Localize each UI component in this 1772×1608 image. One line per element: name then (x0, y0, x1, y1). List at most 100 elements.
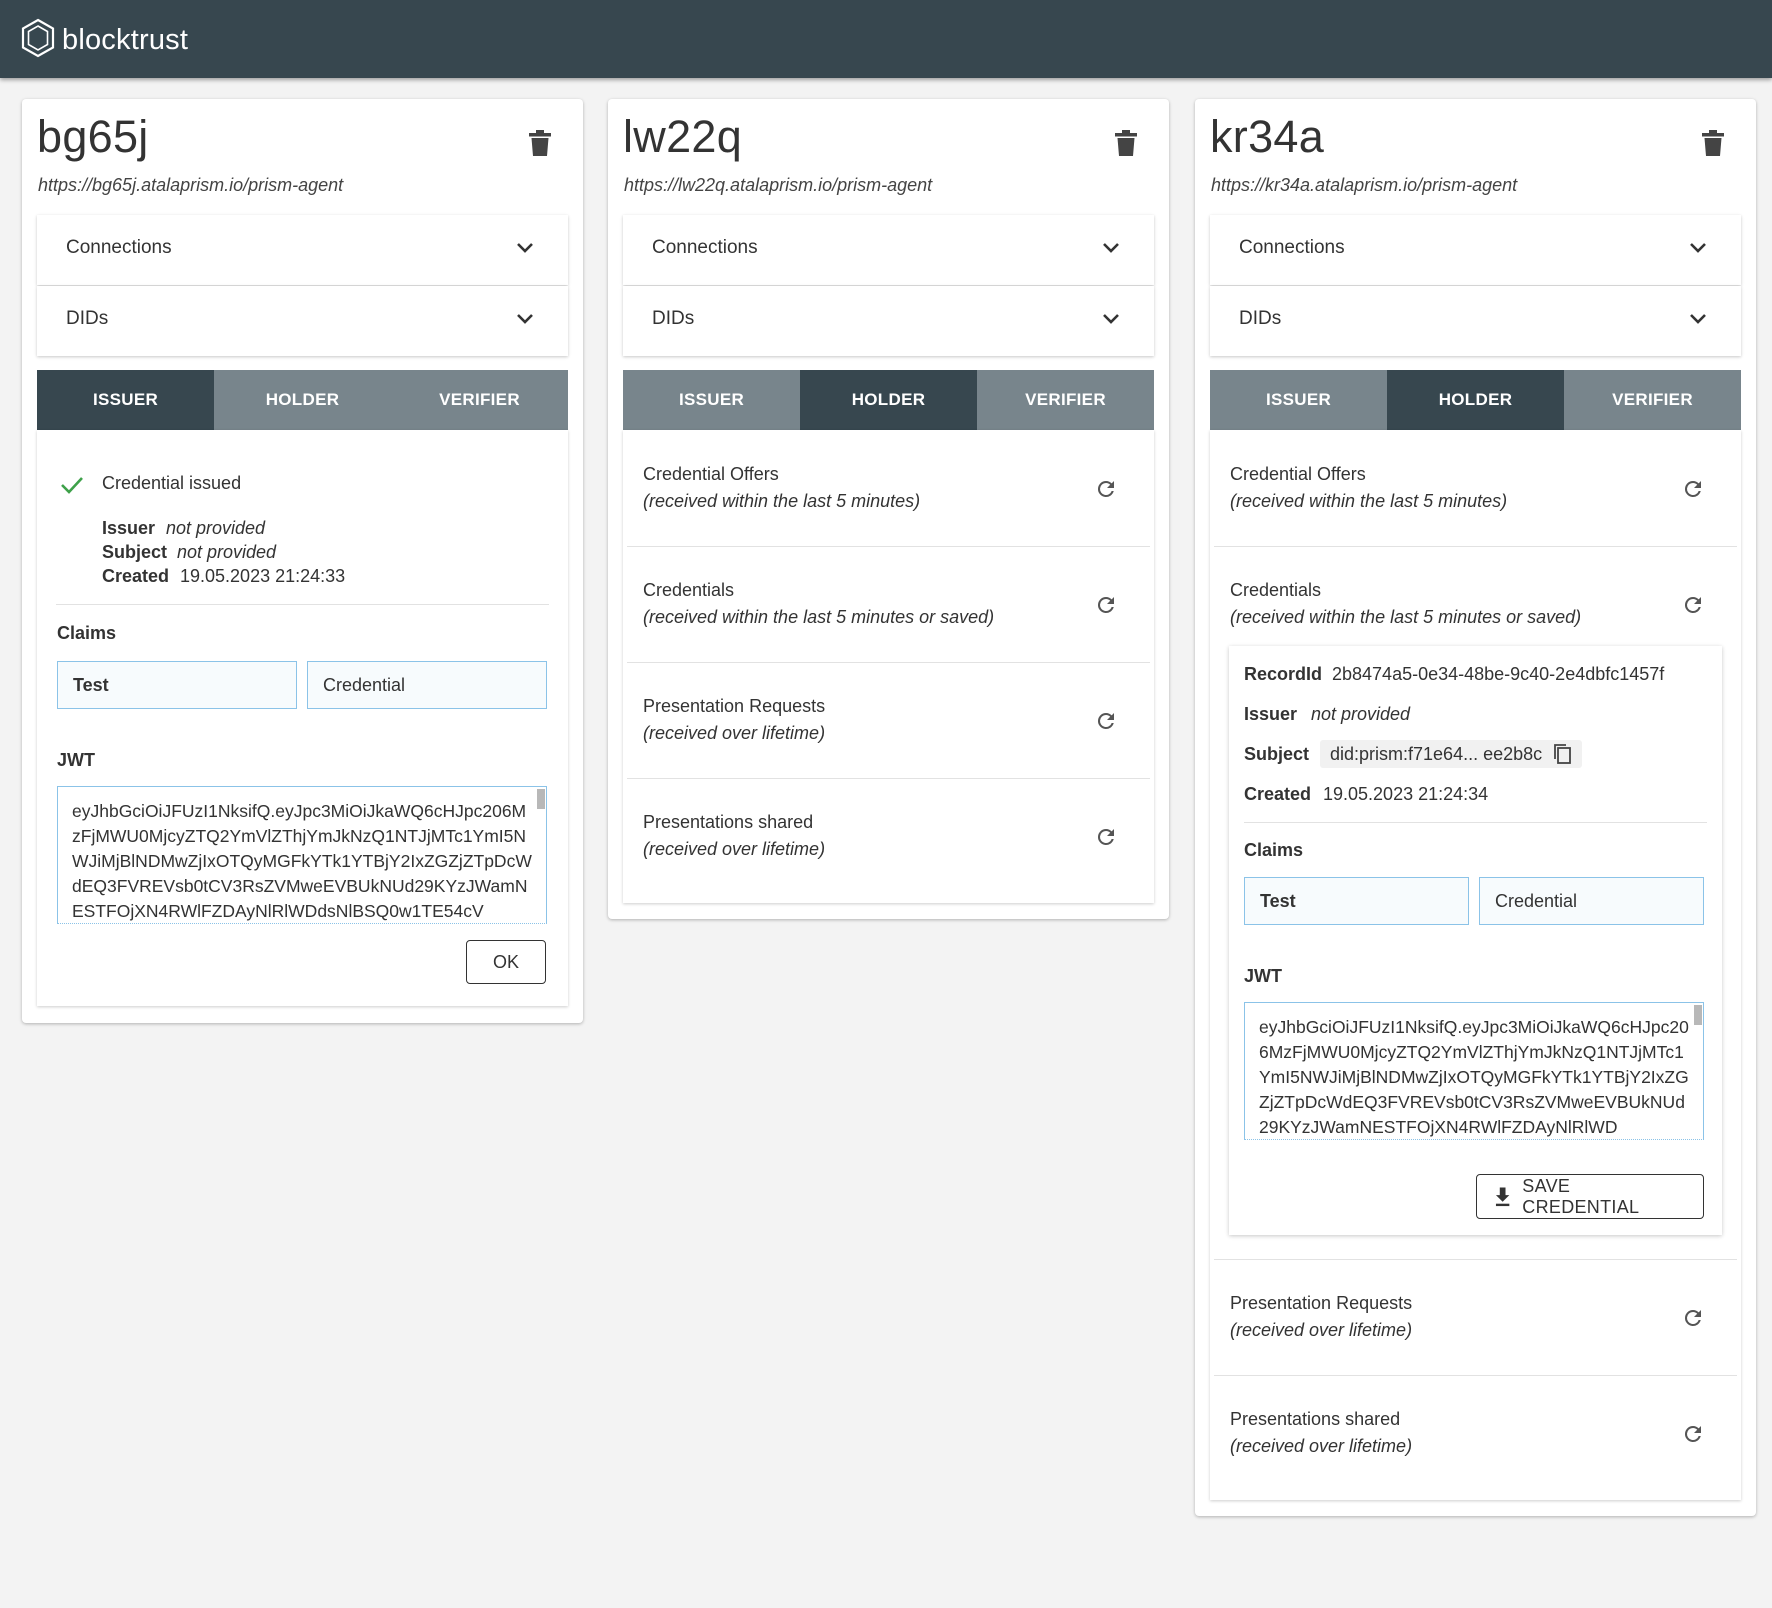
dids-label: DIDs (1239, 308, 1282, 329)
divider (1244, 822, 1707, 823)
dids-expander[interactable]: DIDs (37, 286, 568, 356)
section-subtitle: (received over lifetime) (1230, 1320, 1413, 1340)
presentation-requests-section: Presentation Requests (received over lif… (627, 662, 1150, 778)
agent-name: kr34a (1210, 111, 1325, 162)
dids-expander[interactable]: DIDs (1210, 286, 1741, 356)
refresh-icon[interactable] (1094, 825, 1118, 849)
chevron-down-icon (1103, 314, 1119, 324)
presentation-requests-section: Presentation Requests (received over lif… (1214, 1259, 1737, 1375)
refresh-icon[interactable] (1094, 477, 1118, 501)
credential-offers-section: Credential Offers (received within the l… (1214, 430, 1737, 546)
section-title: Presentations shared (1230, 1409, 1401, 1429)
agent-name: lw22q (623, 111, 743, 162)
section-title: Credential Offers (643, 464, 779, 484)
section-subtitle: (received within the last 5 minutes or s… (643, 607, 995, 627)
claim-value-field[interactable]: Credential (1479, 877, 1704, 925)
ok-button[interactable]: OK (466, 940, 546, 984)
chevron-down-icon (1690, 314, 1706, 324)
chevron-down-icon (1690, 243, 1706, 253)
dids-label: DIDs (66, 308, 109, 329)
created-key: Created (1244, 784, 1312, 804)
created-key: Created (102, 566, 170, 586)
save-credential-label: SAVE CREDENTIAL (1522, 1175, 1640, 1217)
connections-label: Connections (652, 237, 758, 258)
tab-issuer[interactable]: ISSUER (37, 370, 214, 430)
agent-card-bg65j: bg65j https://bg65j.atalaprism.io/prism-… (22, 99, 583, 1023)
scrollbar-thumb[interactable] (537, 789, 545, 809)
agent-card-kr34a: kr34a https://kr34a.atalaprism.io/prism-… (1195, 99, 1756, 1516)
tab-verifier[interactable]: VERIFIER (977, 370, 1154, 430)
holder-panel: Credential Offers (received within the l… (623, 430, 1154, 903)
section-title: Presentations shared (643, 812, 814, 832)
connections-expander[interactable]: Connections (37, 215, 568, 285)
jwt-label: JWT (1244, 966, 1282, 986)
chevron-down-icon (517, 243, 533, 253)
record-id-key: RecordId (1244, 664, 1323, 684)
save-credential-button[interactable]: SAVE CREDENTIAL (1476, 1174, 1704, 1219)
copy-icon[interactable] (1552, 743, 1572, 765)
jwt-textarea[interactable]: eyJhbGciOiJFUzI1NksifQ.eyJpc3MiOiJkaWQ6c… (57, 786, 547, 924)
tab-issuer[interactable]: ISSUER (1210, 370, 1387, 430)
agent-url: https://bg65j.atalaprism.io/prism-agent (38, 175, 344, 195)
dids-expander[interactable]: DIDs (623, 286, 1154, 356)
section-subtitle: (received over lifetime) (643, 839, 826, 859)
tab-verifier[interactable]: VERIFIER (391, 370, 568, 430)
delete-agent-icon[interactable] (1702, 130, 1724, 156)
tab-holder[interactable]: HOLDER (214, 370, 391, 430)
claim-key-field[interactable]: Test (1244, 877, 1469, 925)
jwt-text: eyJhbGciOiJFUzI1NksifQ.eyJpc3MiOiJkaWQ6c… (1259, 1017, 1689, 1137)
connections-label: Connections (1239, 237, 1345, 258)
connections-label: Connections (66, 237, 172, 258)
credential-status: Credential issued (102, 473, 242, 493)
record-id-value: 2b8474a5-0e34-48be-9c40-2e4dbfc1457f (1332, 664, 1665, 684)
refresh-icon[interactable] (1681, 477, 1705, 501)
role-tabs: ISSUER HOLDER VERIFIER (37, 370, 568, 430)
section-subtitle: (received over lifetime) (1230, 1436, 1413, 1456)
role-tabs: ISSUER HOLDER VERIFIER (623, 370, 1154, 430)
issuer-key: Issuer (1244, 704, 1298, 724)
subject-chip: did:prism:f71e64... ee2b8c (1320, 740, 1583, 768)
tab-holder[interactable]: HOLDER (1387, 370, 1564, 430)
issuer-value: not provided (166, 518, 266, 538)
subject-key: Subject (1244, 744, 1310, 764)
check-icon (61, 477, 83, 494)
connections-expander[interactable]: Connections (623, 215, 1154, 285)
chevron-down-icon (1103, 243, 1119, 253)
brand-name: blocktrust (62, 24, 189, 56)
tab-issuer[interactable]: ISSUER (623, 370, 800, 430)
presentations-shared-section: Presentations shared (received over life… (627, 778, 1150, 894)
chevron-down-icon (517, 314, 533, 324)
delete-agent-icon[interactable] (529, 130, 551, 156)
section-title: Credentials (1230, 580, 1322, 600)
tab-verifier[interactable]: VERIFIER (1564, 370, 1741, 430)
scrollbar-thumb[interactable] (1694, 1005, 1702, 1025)
brand[interactable]: blocktrust (20, 18, 188, 63)
credential-card: RecordId 2b8474a5-0e34-48be-9c40-2e4dbfc… (1229, 646, 1722, 1235)
refresh-icon[interactable] (1094, 709, 1118, 733)
refresh-icon[interactable] (1681, 1306, 1705, 1330)
delete-agent-icon[interactable] (1115, 130, 1137, 156)
agent-card-lw22q: lw22q https://lw22q.atalaprism.io/prism-… (608, 99, 1169, 919)
jwt-textarea[interactable]: eyJhbGciOiJFUzI1NksifQ.eyJpc3MiOiJkaWQ6c… (1244, 1002, 1704, 1140)
top-app-bar: blocktrust (0, 0, 1772, 78)
tab-holder[interactable]: HOLDER (800, 370, 977, 430)
section-subtitle: (received over lifetime) (643, 723, 826, 743)
connections-expander[interactable]: Connections (1210, 215, 1741, 285)
holder-panel: Credential Offers (received within the l… (1210, 430, 1741, 1500)
section-title: Credential Offers (1230, 464, 1366, 484)
jwt-text: eyJhbGciOiJFUzI1NksifQ.eyJpc3MiOiJkaWQ6c… (72, 801, 532, 921)
section-subtitle: (received within the last 5 minutes or s… (1230, 607, 1582, 627)
subject-key: Subject (102, 542, 168, 562)
claim-key-field[interactable]: Test (57, 661, 297, 709)
refresh-icon[interactable] (1681, 1422, 1705, 1446)
jwt-label: JWT (57, 750, 95, 770)
claim-value-field[interactable]: Credential (307, 661, 547, 709)
claims-label: Claims (1244, 840, 1304, 860)
issuer-panel: Credential issued Issuer not provided Su… (37, 430, 568, 1006)
refresh-icon[interactable] (1681, 593, 1705, 617)
role-tabs: ISSUER HOLDER VERIFIER (1210, 370, 1741, 430)
subject-value: did:prism:f71e64... ee2b8c (1330, 743, 1543, 764)
credentials-section: Credentials (received within the last 5 … (627, 546, 1150, 662)
refresh-icon[interactable] (1094, 593, 1118, 617)
presentations-shared-section: Presentations shared (received over life… (1214, 1375, 1737, 1491)
